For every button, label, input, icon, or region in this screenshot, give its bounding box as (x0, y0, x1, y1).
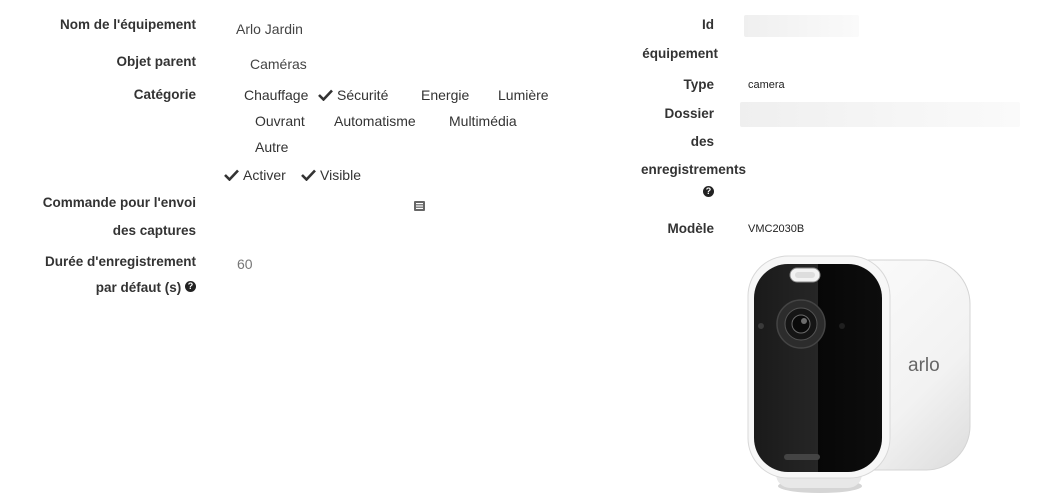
category-automatisme-label: Automatisme (334, 113, 416, 129)
question-circle-icon[interactable]: ? (703, 186, 714, 197)
activate-checkbox[interactable]: Activer (224, 167, 286, 183)
category-label: Catégorie (133, 87, 196, 102)
category-autre[interactable]: Autre (255, 139, 288, 155)
id-label-line1: Id (702, 17, 714, 32)
duration-label-text: par défaut (s) (95, 280, 182, 295)
category-chauffage[interactable]: Chauffage (244, 87, 308, 103)
folder-label-line1: Dossier (664, 106, 714, 121)
command-label-line1: Commande pour l'envoi (42, 195, 196, 210)
camera-brand-text: arlo (908, 355, 940, 376)
model-value: VMC2030B (748, 223, 805, 235)
category-securite-label: Sécurité (337, 87, 389, 103)
name-field[interactable]: Arlo Jardin (236, 21, 303, 37)
command-input[interactable] (224, 194, 434, 218)
name-label: Nom de l'équipement (60, 17, 196, 32)
category-automatisme[interactable]: Automatisme (334, 113, 416, 129)
category-multimedia[interactable]: Multimédia (449, 113, 517, 129)
id-value-redacted (744, 15, 859, 37)
category-energie-label: Energie (421, 87, 470, 103)
question-circle-icon[interactable]: ? (185, 281, 196, 292)
duration-label-line2: par défaut (s) ? (96, 280, 196, 295)
category-chauffage-label: Chauffage (244, 87, 309, 103)
model-label: Modèle (667, 221, 714, 236)
command-label-line2: des captures (112, 223, 196, 238)
category-lumiere[interactable]: Lumière (498, 87, 549, 103)
type-value: camera (748, 79, 785, 91)
duration-input[interactable]: 60 (237, 256, 253, 272)
folder-label-line2: des (690, 134, 714, 149)
check-icon (301, 169, 316, 181)
category-energie[interactable]: Energie (421, 87, 469, 103)
category-securite[interactable]: Sécurité (318, 87, 388, 103)
category-autre-label: Autre (255, 139, 289, 155)
duration-label-line1: Durée d'enregistrement (44, 254, 196, 269)
activate-label: Activer (243, 167, 286, 183)
type-label: Type (683, 77, 714, 92)
visible-label: Visible (320, 167, 361, 183)
folder-value-redacted (740, 102, 1020, 127)
list-icon[interactable] (414, 201, 425, 211)
folder-label-line3: enregistrements (640, 162, 746, 177)
visible-checkbox[interactable]: Visible (301, 167, 361, 183)
check-icon (318, 89, 333, 101)
parent-select[interactable]: Caméras (250, 56, 307, 72)
parent-label: Objet parent (116, 54, 196, 69)
category-multimedia-label: Multimédia (449, 113, 517, 129)
id-label-line2: équipement (642, 46, 718, 61)
check-icon (224, 169, 239, 181)
category-lumiere-label: Lumière (498, 87, 549, 103)
category-ouvrant-label: Ouvrant (255, 113, 305, 129)
category-ouvrant[interactable]: Ouvrant (255, 113, 305, 129)
camera-image: arlo (747, 255, 971, 493)
